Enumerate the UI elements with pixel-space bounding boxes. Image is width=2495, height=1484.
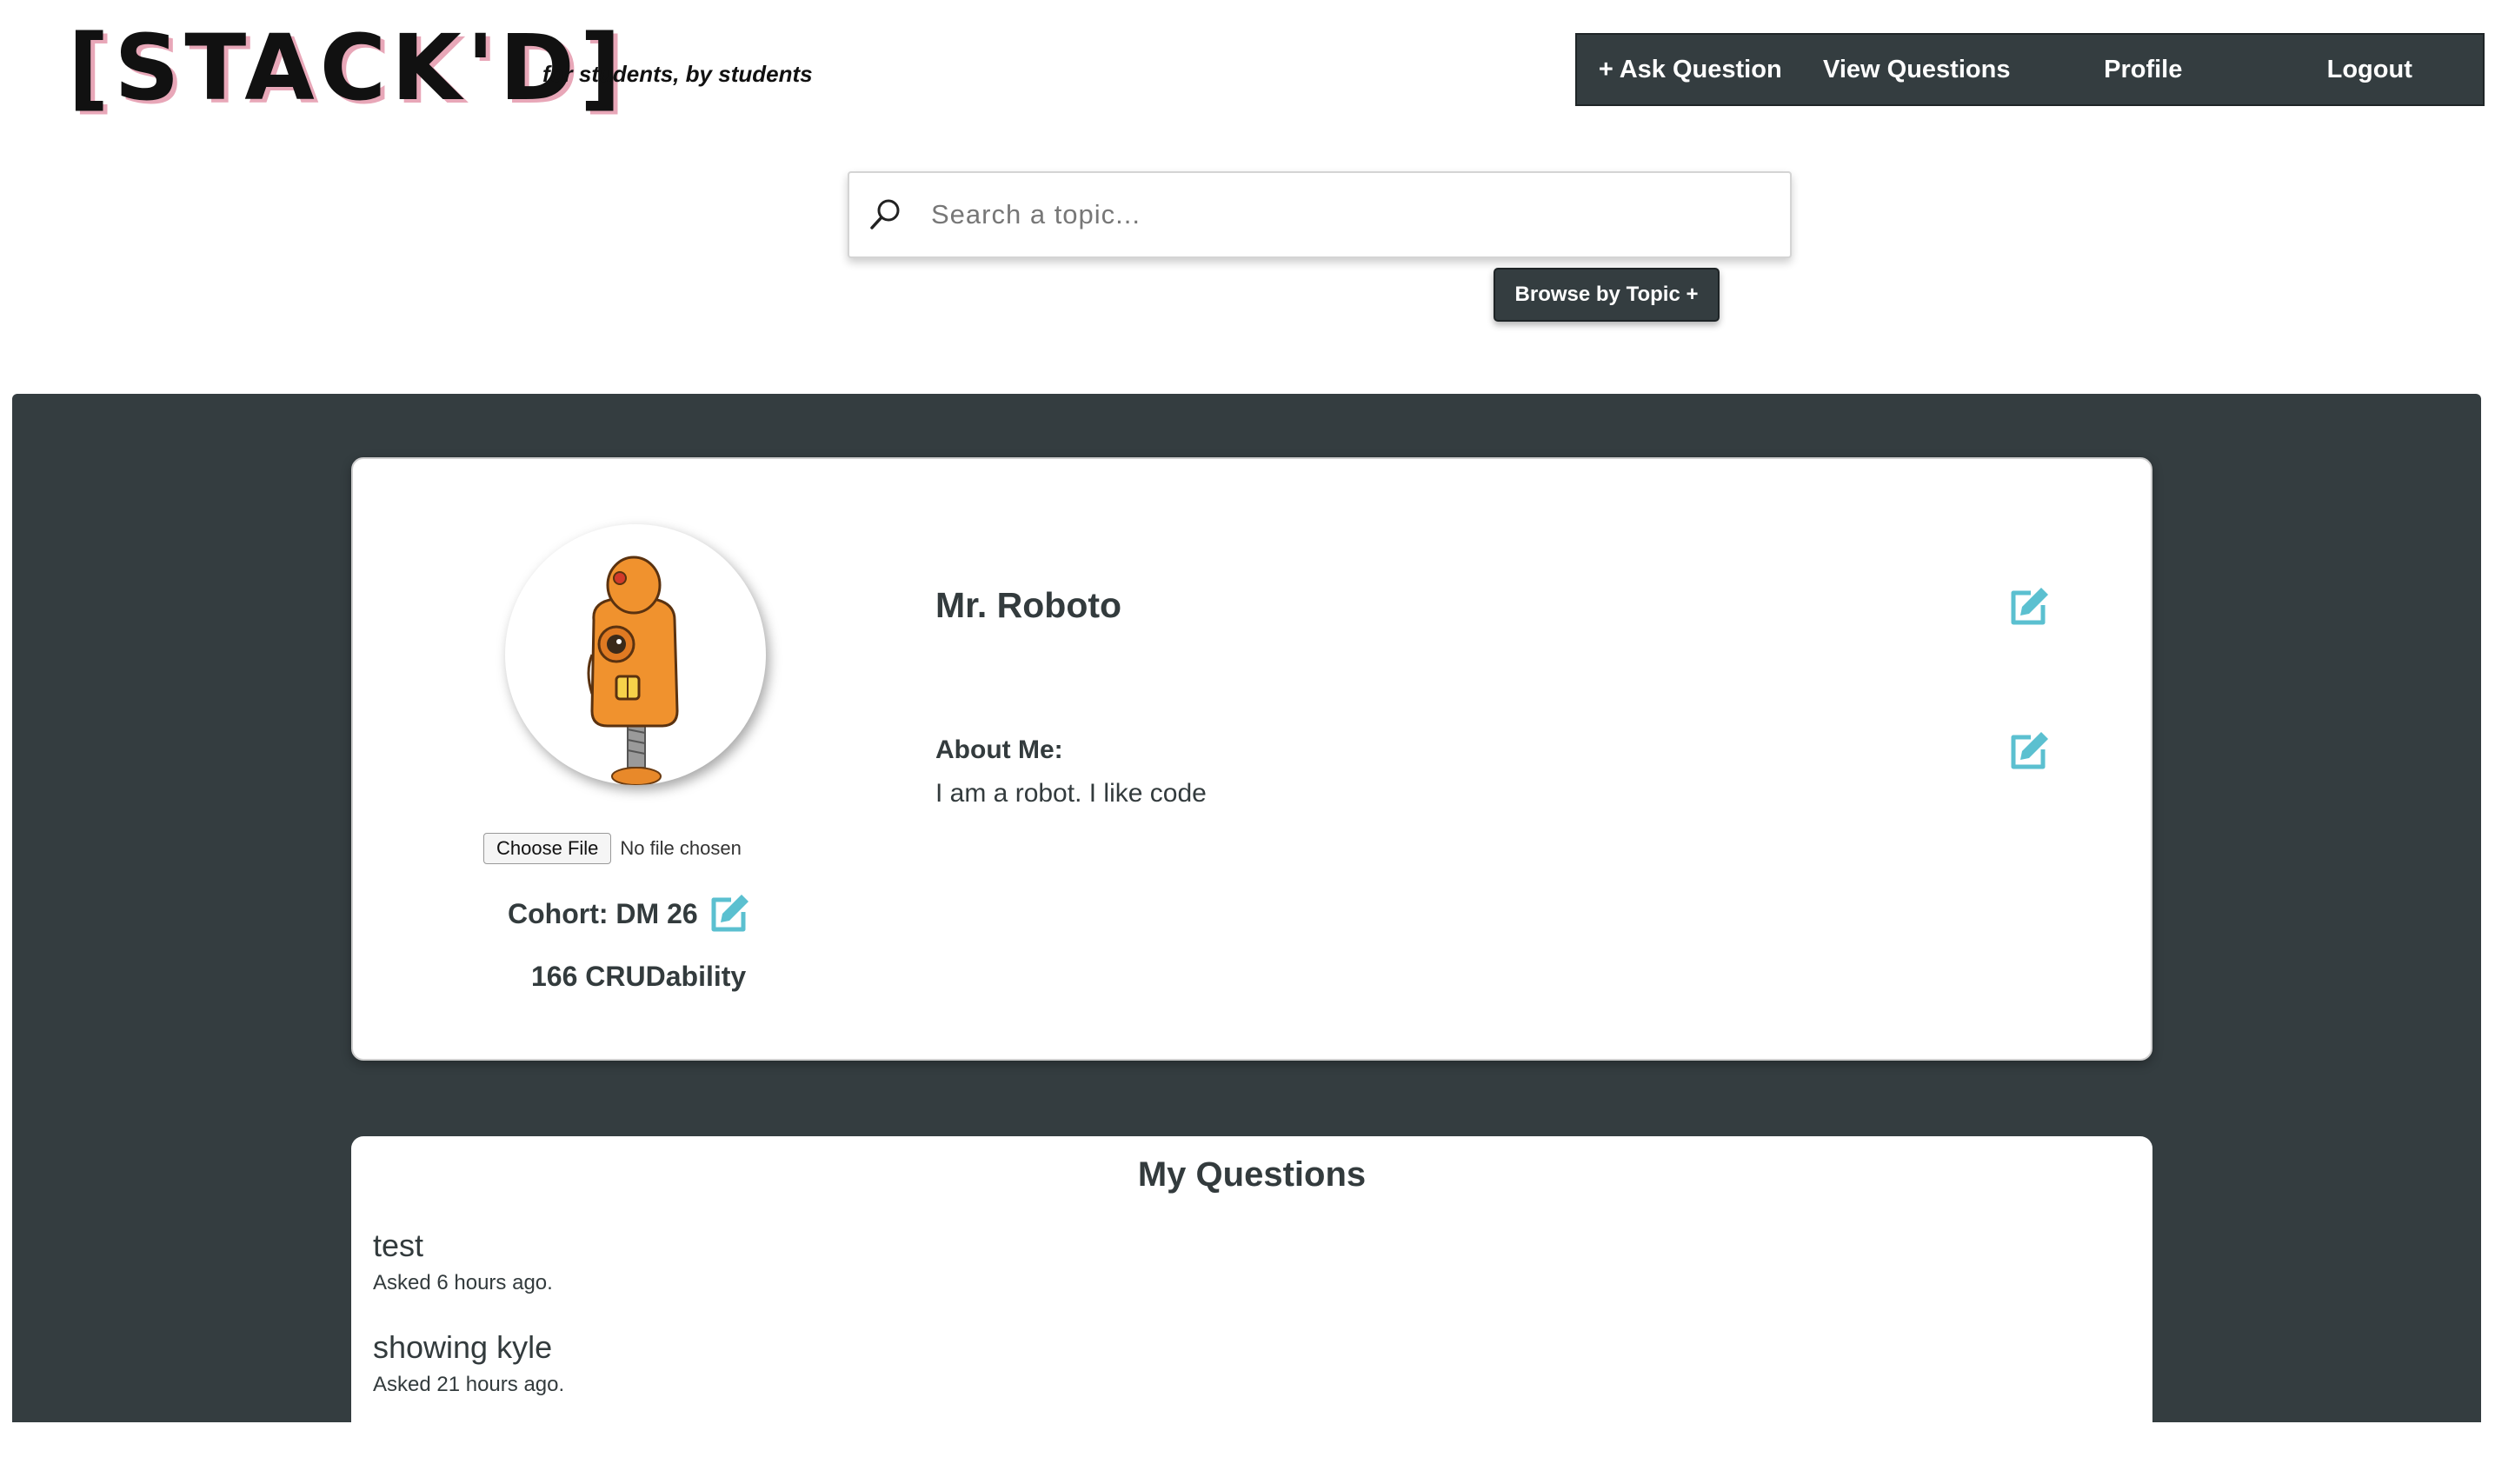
search-input[interactable] — [929, 198, 1733, 231]
nav-ask-question[interactable]: + Ask Question — [1577, 56, 1804, 84]
top-navigation: + Ask Question View Questions Profile Lo… — [1575, 33, 2485, 106]
my-questions-title: My Questions — [1137, 1155, 1367, 1194]
question-title[interactable]: showing kyle — [373, 1329, 564, 1366]
avatar — [505, 524, 766, 785]
edit-about-icon[interactable] — [2006, 729, 2052, 774]
profile-name: Mr. Roboto — [935, 585, 1122, 625]
question-time: Asked 6 hours ago. — [373, 1271, 553, 1294]
question-title[interactable]: test — [373, 1228, 553, 1264]
profile-card: Choose File No file chosen Cohort: DM 26… — [351, 457, 2152, 1061]
cohort: Cohort: DM 26 — [508, 891, 752, 936]
crudability-score: 166 CRUDability — [531, 961, 747, 992]
search-bar — [848, 171, 1792, 258]
main-panel: Choose File No file chosen Cohort: DM 26… — [12, 394, 2481, 1484]
choose-file-button[interactable]: Choose File — [483, 833, 612, 864]
nav-view-questions[interactable]: View Questions — [1804, 56, 2031, 84]
question-item[interactable]: showing kyle Asked 21 hours ago. — [373, 1329, 564, 1397]
question-item[interactable]: test Asked 6 hours ago. — [373, 1228, 553, 1295]
cohort-label: Cohort: DM 26 — [508, 897, 698, 929]
about-me-label: About Me: — [935, 735, 1063, 764]
edit-cohort-icon[interactable] — [707, 891, 752, 936]
about-me-text: I am a robot. I like code — [935, 779, 1207, 808]
nav-profile[interactable]: Profile — [2030, 56, 2257, 84]
my-questions-card: My Questions test Asked 6 hours ago. sho… — [351, 1136, 2152, 1484]
browse-by-topic-button[interactable]: Browse by Topic + — [1494, 268, 1720, 322]
nav-logout[interactable]: Logout — [2257, 56, 2484, 84]
search-icon — [870, 199, 900, 230]
avatar-file-picker: Choose File No file chosen — [483, 833, 742, 864]
tagline: for students, by students — [542, 61, 813, 87]
file-status: No file chosen — [620, 837, 742, 859]
edit-name-icon[interactable] — [2006, 584, 2052, 629]
robot-avatar-image — [587, 556, 679, 785]
question-time: Asked 21 hours ago. — [373, 1373, 565, 1396]
